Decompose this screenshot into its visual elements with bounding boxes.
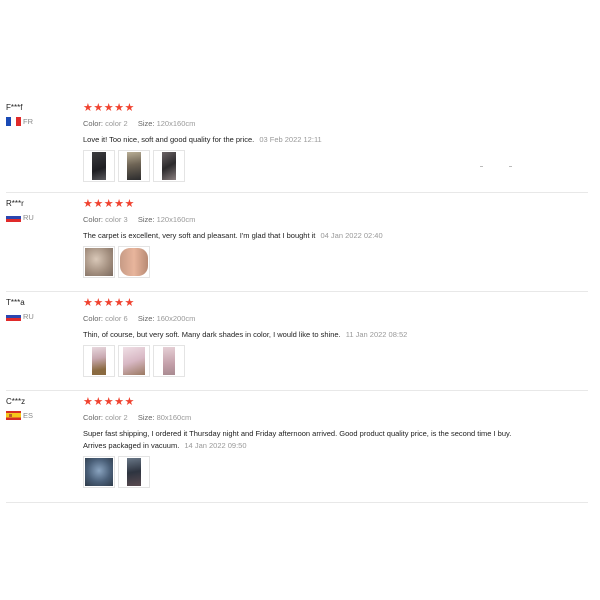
reviewer-country: RU: [6, 312, 76, 321]
review-sku-info: Color: color 2 Size: 80x160cm: [83, 413, 588, 423]
color-value: color 2: [105, 119, 128, 128]
country-code: ES: [23, 411, 34, 420]
color-label: Color:: [83, 119, 104, 128]
size-label: Size:: [137, 413, 155, 422]
review-photo-thumbnail[interactable]: [83, 246, 115, 278]
reviewer-info: R***r RU: [6, 199, 76, 222]
review-body: Thin, of course, but very soft. Many dar…: [83, 330, 341, 339]
color-label: Color:: [83, 215, 104, 224]
review-photo-thumbnail[interactable]: [118, 345, 150, 377]
review-photo-thumbnail[interactable]: [118, 246, 150, 278]
reviewer-country: RU: [6, 213, 76, 222]
review-text: The carpet is excellent, very soft and p…: [83, 230, 533, 242]
review-text: Super fast shipping, I ordered it Thursd…: [83, 428, 533, 452]
review-photo-thumbnail[interactable]: [83, 150, 115, 182]
review-photos: [83, 456, 588, 488]
size-value: 160x200cm: [156, 314, 196, 323]
review-content: ★★★★★ Color: color 3 Size: 120x160cm The…: [83, 193, 588, 278]
review-photos: [83, 150, 588, 182]
russia-flag-icon: [6, 213, 21, 222]
star-rating: ★★★★★: [83, 396, 135, 408]
size-value: 80x160cm: [156, 413, 192, 422]
star-rating: ★★★★★: [83, 297, 135, 309]
reviewer-name: F***f: [6, 103, 23, 112]
review-text: Thin, of course, but very soft. Many dar…: [83, 329, 533, 341]
review-photo-thumbnail[interactable]: [83, 456, 115, 488]
russia-flag-icon: [6, 312, 21, 321]
review-photo-thumbnail[interactable]: [83, 345, 115, 377]
review-date: 11 Jan 2022 08:52: [345, 330, 408, 339]
review-text: Love it! Too nice, soft and good quality…: [83, 134, 533, 146]
size-value: 120x160cm: [156, 119, 196, 128]
reviewer-name: C***z: [6, 397, 26, 406]
review-photo-thumbnail[interactable]: [153, 345, 185, 377]
color-value: color 2: [105, 413, 128, 422]
spain-flag-icon: [6, 411, 21, 420]
reviewer-name: T***a: [6, 298, 25, 307]
review-photo-thumbnail[interactable]: [118, 456, 150, 488]
country-code: RU: [23, 213, 34, 222]
color-value: color 6: [105, 314, 128, 323]
reviewer-info: F***f FR: [6, 103, 76, 126]
size-label: Size:: [137, 119, 155, 128]
review-content: ★★★★★ Color: color 2 Size: 80x160cm Supe…: [83, 391, 588, 488]
review-date: 14 Jan 2022 09:50: [184, 441, 247, 450]
review-photos: [83, 246, 588, 278]
review-sku-info: Color: color 6 Size: 160x200cm: [83, 314, 588, 324]
review-body: Love it! Too nice, soft and good quality…: [83, 135, 255, 144]
review-photo-thumbnail[interactable]: [153, 150, 185, 182]
review-content: ★★★★★ Color: color 6 Size: 160x200cm Thi…: [83, 292, 588, 377]
size-label: Size:: [137, 314, 155, 323]
review-item: R***r RU ★★★★★ Color: color 3 Size: 120x…: [6, 193, 588, 292]
review-photo-thumbnail[interactable]: [118, 150, 150, 182]
review-body: Super fast shipping, I ordered it Thursd…: [83, 429, 512, 450]
star-rating: ★★★★★: [83, 102, 135, 114]
review-content: ★★★★★ Color: color 2 Size: 120x160cm Lov…: [83, 97, 588, 182]
country-code: FR: [23, 117, 33, 126]
review-sku-info: Color: color 3 Size: 120x160cm: [83, 215, 588, 225]
france-flag-icon: [6, 117, 21, 126]
review-item: F***f FR ★★★★★ Color: color 2 Size: 120x…: [6, 97, 588, 193]
color-value: color 3: [105, 215, 128, 224]
review-date: 03 Feb 2022 12:11: [259, 135, 322, 144]
country-code: RU: [23, 312, 34, 321]
review-body: The carpet is excellent, very soft and p…: [83, 231, 316, 240]
color-label: Color:: [83, 413, 104, 422]
review-item: C***z ES ★★★★★ Color: color 2 Size: 80x1…: [6, 391, 588, 503]
review-item: T***a RU ★★★★★ Color: color 6 Size: 160x…: [6, 292, 588, 391]
star-rating: ★★★★★: [83, 198, 135, 210]
reviewer-country: ES: [6, 411, 76, 420]
color-label: Color:: [83, 314, 104, 323]
review-sku-info: Color: color 2 Size: 120x160cm: [83, 119, 588, 129]
reviewer-name: R***r: [6, 199, 24, 208]
size-value: 120x160cm: [156, 215, 196, 224]
review-list: F***f FR ★★★★★ Color: color 2 Size: 120x…: [6, 97, 588, 503]
review-date: 04 Jan 2022 02:40: [320, 231, 383, 240]
reviewer-country: FR: [6, 117, 76, 126]
reviewer-info: C***z ES: [6, 397, 76, 420]
size-label: Size:: [137, 215, 155, 224]
review-photos: [83, 345, 588, 377]
reviewer-info: T***a RU: [6, 298, 76, 321]
